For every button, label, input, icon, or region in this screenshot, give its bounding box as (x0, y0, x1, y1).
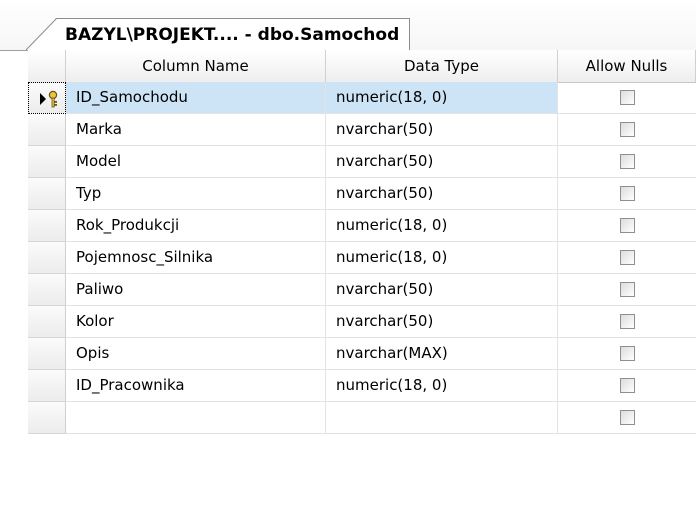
column-name-cell[interactable]: Kolor (66, 306, 326, 338)
row-selector[interactable] (28, 370, 66, 402)
table-row[interactable]: ID_Samochodu numeric(18, 0) (28, 82, 696, 114)
primary-key-icon (40, 90, 58, 108)
table-row[interactable]: Model nvarchar(50) (28, 146, 696, 178)
allow-nulls-cell (558, 178, 696, 210)
row-selector[interactable] (28, 210, 66, 242)
allow-nulls-checkbox[interactable] (620, 90, 635, 105)
allow-nulls-checkbox[interactable] (620, 154, 635, 169)
header-column-name[interactable]: Column Name (66, 50, 326, 82)
data-type-cell[interactable]: nvarchar(MAX) (326, 338, 558, 370)
data-type-cell[interactable]: numeric(18, 0) (326, 82, 558, 114)
row-selector[interactable] (28, 274, 66, 306)
grid-header: Column Name Data Type Allow Nulls (28, 50, 696, 83)
table-row[interactable]: Kolor nvarchar(50) (28, 306, 696, 338)
table-designer-tab[interactable]: BAZYL\PROJEKT.... - dbo.Samochod (26, 18, 411, 50)
column-name-cell[interactable] (66, 402, 326, 434)
allow-nulls-cell (558, 338, 696, 370)
row-selector[interactable] (28, 178, 66, 210)
allow-nulls-cell (558, 146, 696, 178)
allow-nulls-checkbox[interactable] (620, 282, 635, 297)
allow-nulls-checkbox[interactable] (620, 250, 635, 265)
column-name-cell[interactable]: ID_Pracownika (66, 370, 326, 402)
table-row[interactable]: Paliwo nvarchar(50) (28, 274, 696, 306)
row-selector[interactable] (28, 306, 66, 338)
allow-nulls-checkbox[interactable] (620, 346, 635, 361)
table-row[interactable]: ID_Pracownika numeric(18, 0) (28, 370, 696, 402)
data-type-cell[interactable]: nvarchar(50) (326, 274, 558, 306)
column-name-cell[interactable]: Pojemnosc_Silnika (66, 242, 326, 274)
data-type-cell[interactable]: numeric(18, 0) (326, 210, 558, 242)
column-name-cell[interactable]: ID_Samochodu (66, 82, 326, 114)
allow-nulls-cell (558, 306, 696, 338)
data-type-cell[interactable] (326, 402, 558, 434)
allow-nulls-cell (558, 82, 696, 114)
allow-nulls-cell (558, 370, 696, 402)
allow-nulls-checkbox[interactable] (620, 314, 635, 329)
table-row[interactable]: Opis nvarchar(MAX) (28, 338, 696, 370)
row-selector[interactable] (28, 114, 66, 146)
header-data-type[interactable]: Data Type (326, 50, 558, 82)
data-type-cell[interactable]: numeric(18, 0) (326, 370, 558, 402)
document-tabstrip: BAZYL\PROJEKT.... - dbo.Samochod (0, 0, 696, 51)
allow-nulls-checkbox[interactable] (620, 122, 635, 137)
row-selector[interactable] (28, 402, 66, 434)
allow-nulls-cell (558, 210, 696, 242)
column-name-cell[interactable]: Typ (66, 178, 326, 210)
column-name-cell[interactable]: Paliwo (66, 274, 326, 306)
allow-nulls-checkbox[interactable] (620, 218, 635, 233)
table-row[interactable]: Typ nvarchar(50) (28, 178, 696, 210)
table-row[interactable]: Pojemnosc_Silnika numeric(18, 0) (28, 242, 696, 274)
allow-nulls-cell (558, 274, 696, 306)
data-type-cell[interactable]: nvarchar(50) (326, 178, 558, 210)
row-selector[interactable] (28, 146, 66, 178)
data-type-cell[interactable]: numeric(18, 0) (326, 242, 558, 274)
column-name-cell[interactable]: Marka (66, 114, 326, 146)
allow-nulls-checkbox[interactable] (620, 378, 635, 393)
column-name-cell[interactable]: Rok_Produkcji (66, 210, 326, 242)
allow-nulls-cell (558, 402, 696, 434)
row-selector[interactable] (28, 242, 66, 274)
table-row[interactable] (28, 402, 696, 434)
table-row[interactable]: Marka nvarchar(50) (28, 114, 696, 146)
allow-nulls-cell (558, 114, 696, 146)
data-type-cell[interactable]: nvarchar(50) (326, 146, 558, 178)
header-selector (28, 50, 66, 82)
data-type-cell[interactable]: nvarchar(50) (326, 306, 558, 338)
row-selector[interactable] (28, 338, 66, 370)
column-name-cell[interactable]: Model (66, 146, 326, 178)
data-type-cell[interactable]: nvarchar(50) (326, 114, 558, 146)
table-row[interactable]: Rok_Produkcji numeric(18, 0) (28, 210, 696, 242)
header-allow-nulls[interactable]: Allow Nulls (558, 50, 696, 82)
allow-nulls-cell (558, 242, 696, 274)
row-selector[interactable] (28, 82, 66, 114)
column-grid: Column Name Data Type Allow Nulls ID_Sam… (28, 50, 696, 523)
allow-nulls-checkbox[interactable] (620, 186, 635, 201)
column-name-cell[interactable]: Opis (66, 338, 326, 370)
allow-nulls-checkbox[interactable] (620, 410, 635, 425)
